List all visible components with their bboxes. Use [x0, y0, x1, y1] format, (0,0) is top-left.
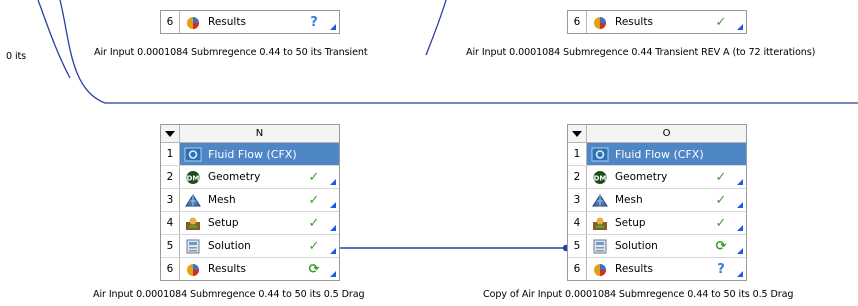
- system-row-solution[interactable]: 5 Solution ✓: [161, 235, 339, 258]
- results-icon: [594, 263, 606, 276]
- cell-menu-corner[interactable]: [737, 271, 743, 277]
- system-row-setup[interactable]: 4 Setup ✓: [161, 212, 339, 235]
- status-ok-icon: ✓: [715, 169, 727, 185]
- status-refresh-icon: ⟳: [308, 261, 320, 277]
- fluid-flow-cfx-icon: [591, 147, 609, 161]
- system-id: O: [662, 128, 671, 139]
- results-icon: [187, 16, 199, 29]
- status-refresh-icon: ⟳: [715, 238, 727, 254]
- system-header[interactable]: N: [161, 125, 339, 143]
- caption-top-left[interactable]: Air Input 0.0001084 Submregence 0.44 to …: [94, 47, 368, 58]
- caption-top-right[interactable]: Air Input 0.0001084 Submregence 0.44 Tra…: [466, 47, 815, 58]
- mesh-icon: [185, 193, 201, 206]
- status-needs-update-icon: ?: [717, 261, 725, 277]
- svg-text:DM: DM: [594, 174, 607, 182]
- fluid-flow-cfx-icon: [184, 147, 202, 161]
- system-row-geometry[interactable]: 2 DM Geometry ✓: [568, 166, 746, 189]
- system-row-mesh[interactable]: 3 Mesh ✓: [161, 189, 339, 212]
- results-icon: [187, 263, 199, 276]
- system-row-setup[interactable]: 4 Setup ✓: [568, 212, 746, 235]
- system-block-o[interactable]: O 1 Fluid Flow (CFX) 2 DM Geometry ✓ 3 M…: [567, 124, 747, 281]
- status-ok-icon: ✓: [715, 215, 727, 231]
- cell-menu-corner[interactable]: [737, 179, 743, 185]
- system-row-results[interactable]: 6 Results ?: [568, 258, 746, 280]
- cell-menu-corner[interactable]: [330, 225, 336, 231]
- system-row-solution[interactable]: 5 Solution ⟳: [568, 235, 746, 258]
- results-icon: [594, 16, 606, 29]
- status-ok-icon: ✓: [308, 169, 320, 185]
- cell-menu-corner[interactable]: [737, 248, 743, 254]
- setup-icon: [186, 217, 200, 230]
- caption-system-o[interactable]: Copy of Air Input 0.0001084 Submregence …: [483, 289, 794, 300]
- caption-system-n[interactable]: Air Input 0.0001084 Submregence 0.44 to …: [93, 289, 365, 300]
- system-row-geometry[interactable]: 2 DM Geometry ✓: [161, 166, 339, 189]
- geometry-dm-icon: DM: [186, 170, 200, 184]
- cell-menu-corner[interactable]: [737, 225, 743, 231]
- setup-icon: [593, 217, 607, 230]
- system-row-results[interactable]: 6 Results ⟳: [161, 258, 339, 280]
- system-block-n[interactable]: N 1 Fluid Flow (CFX) 2 DM Geometry ✓ 3 M…: [160, 124, 340, 281]
- cell-menu-corner[interactable]: [330, 24, 336, 30]
- collapse-arrow-icon[interactable]: [568, 125, 587, 142]
- system-title-row[interactable]: 1 Fluid Flow (CFX): [161, 143, 339, 166]
- cell-menu-corner[interactable]: [330, 202, 336, 208]
- system-title-row[interactable]: 1 Fluid Flow (CFX): [568, 143, 746, 166]
- solution-icon: [593, 239, 607, 253]
- solution-icon: [186, 239, 200, 253]
- system-block-top-right-partial[interactable]: 6 Results ✓: [567, 10, 747, 34]
- system-row-results[interactable]: 6 Results ✓: [568, 11, 746, 33]
- status-ok-icon: ✓: [715, 192, 727, 208]
- system-header[interactable]: O: [568, 125, 746, 143]
- left-edge-caption: 0 its: [6, 51, 27, 62]
- cell-menu-corner[interactable]: [330, 271, 336, 277]
- mesh-icon: [592, 193, 608, 206]
- status-ok-icon: ✓: [715, 14, 727, 30]
- connector-top-right: [425, 0, 447, 56]
- system-block-top-left-partial[interactable]: 6 Results ?: [160, 10, 340, 34]
- collapse-arrow-icon[interactable]: [161, 125, 180, 142]
- geometry-dm-icon: DM: [593, 170, 607, 184]
- status-ok-icon: ✓: [308, 215, 320, 231]
- cell-menu-corner[interactable]: [330, 179, 336, 185]
- cell-menu-corner[interactable]: [330, 248, 336, 254]
- status-ok-icon: ✓: [308, 192, 320, 208]
- connector-curve-left: [37, 0, 71, 79]
- system-row-mesh[interactable]: 3 Mesh ✓: [568, 189, 746, 212]
- svg-text:DM: DM: [187, 174, 200, 182]
- system-id: N: [255, 128, 264, 139]
- cell-menu-corner[interactable]: [737, 202, 743, 208]
- status-needs-update-icon: ?: [310, 14, 318, 30]
- cell-menu-corner[interactable]: [737, 24, 743, 30]
- system-row-results[interactable]: 6 Results ?: [161, 11, 339, 33]
- status-ok-icon: ✓: [308, 238, 320, 254]
